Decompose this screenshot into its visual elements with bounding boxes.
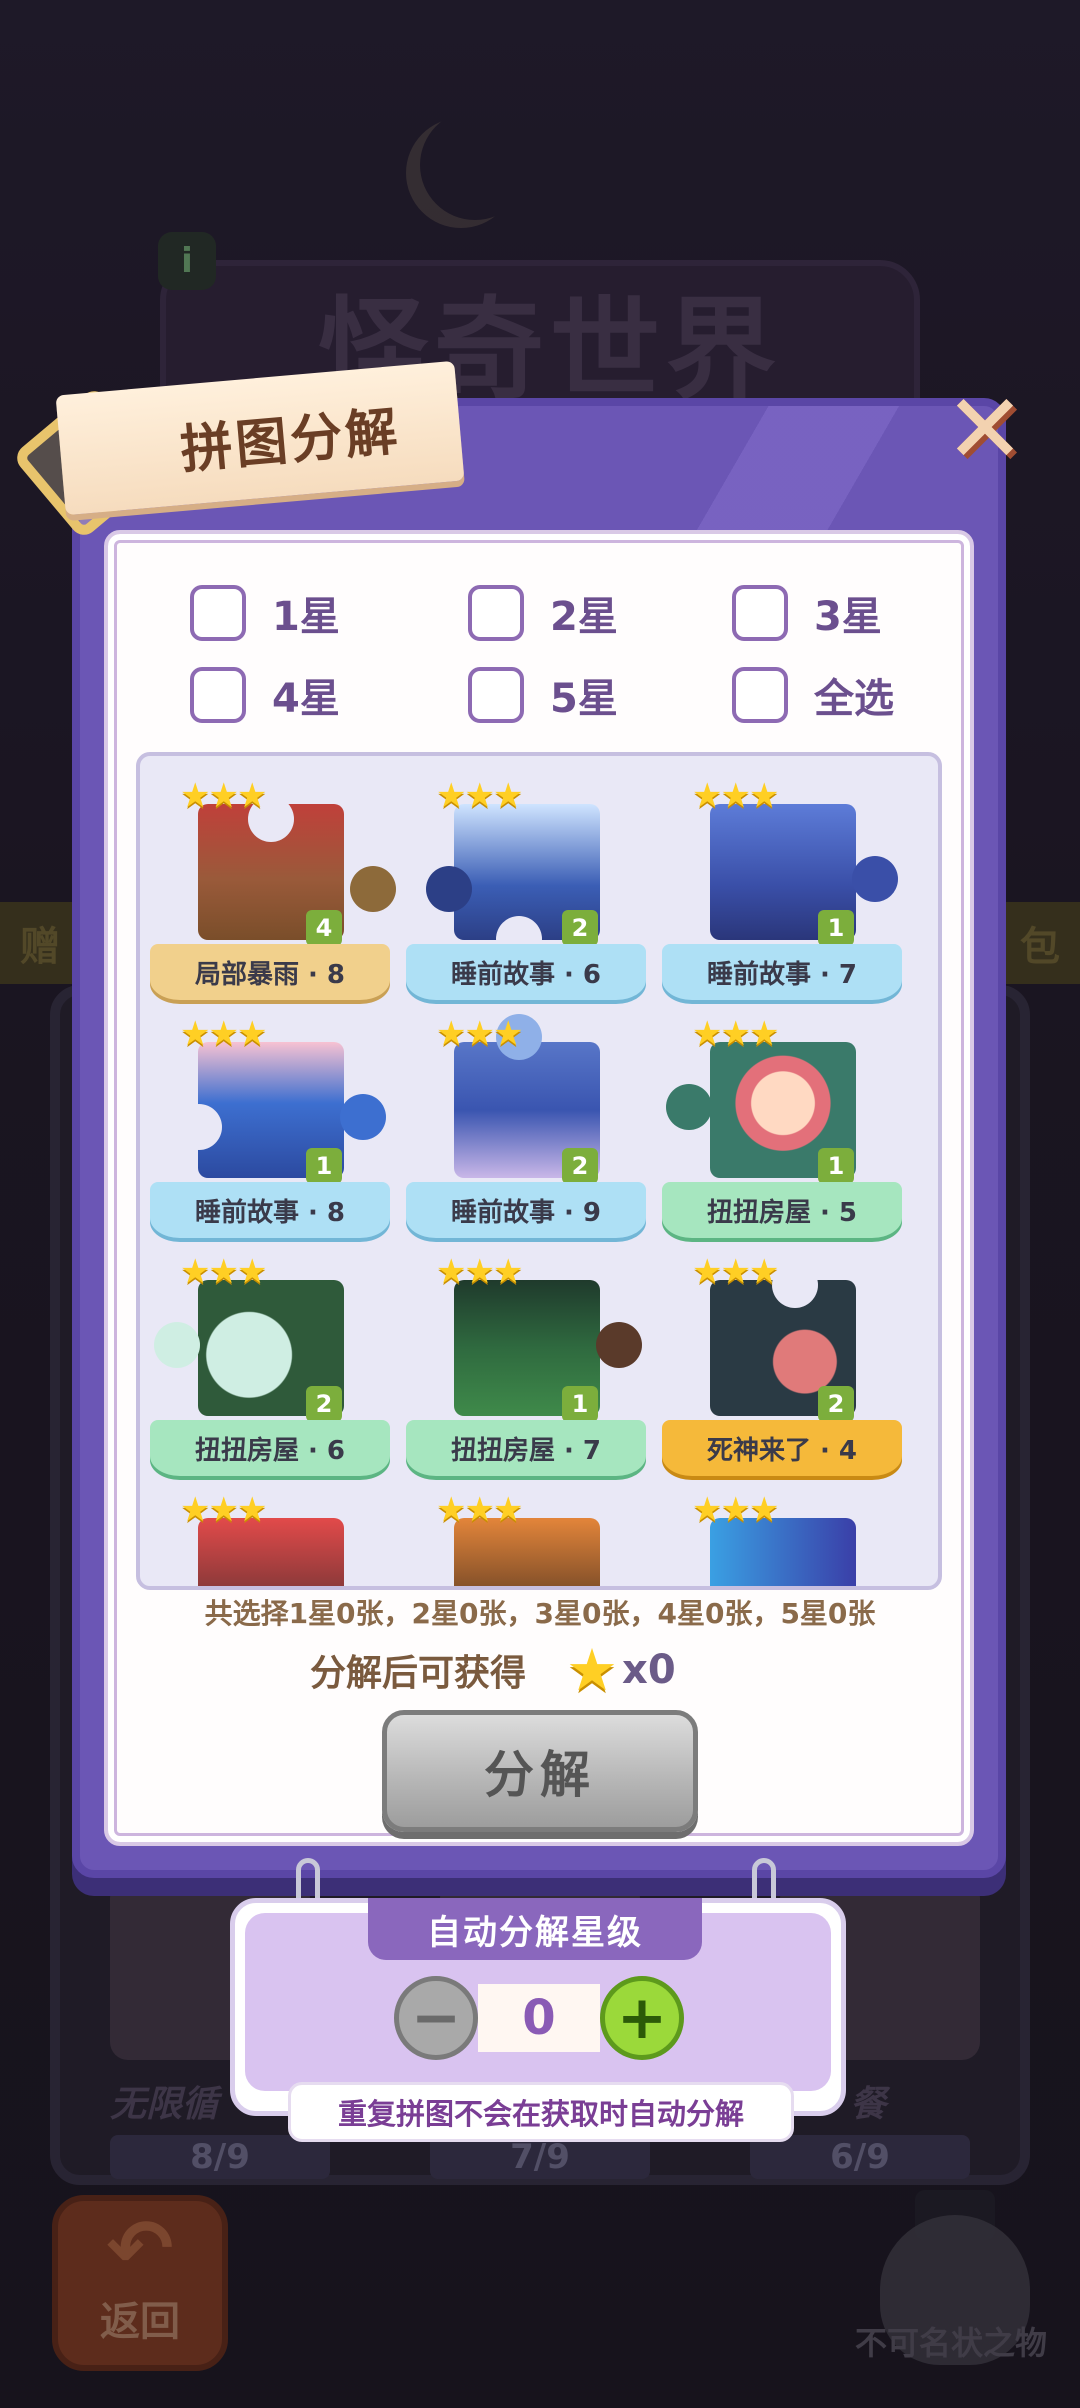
puzzle-count: 4 — [306, 910, 342, 946]
puzzle-card[interactable]: ★★★ 1 扭扭房屋 · 5 — [652, 994, 902, 1238]
puzzle-notch — [176, 1104, 222, 1150]
puzzle-count: 2 — [562, 910, 598, 946]
checkbox-icon[interactable] — [468, 667, 524, 723]
puzzle-count: 1 — [818, 1148, 854, 1184]
puzzle-card[interactable]: ★★★ 4 局部暴雨 · 8 — [140, 756, 396, 1000]
filter-label: 1星 — [272, 594, 340, 640]
puzzle-card[interactable]: ★★★ — [652, 1470, 902, 1586]
puzzle-card[interactable]: ★★★ 2 睡前故事 · 9 — [396, 994, 646, 1238]
star-icon: ★★★ — [436, 1490, 523, 1530]
puzzle-name-ribbon: 局部暴雨 · 8 — [150, 944, 390, 1000]
puzzle-count: 1 — [306, 1148, 342, 1184]
filter-4-star[interactable]: 4星 — [190, 666, 340, 724]
checkbox-icon[interactable] — [190, 585, 246, 641]
star-level-value: 0 — [478, 1984, 600, 2052]
star-icon: ★★★ — [180, 1490, 267, 1530]
puzzle-notch — [772, 1262, 818, 1308]
filter-label: 5星 — [550, 676, 618, 722]
puzzle-count: 1 — [818, 910, 854, 946]
star-icon: ★★★ — [692, 1252, 779, 1292]
puzzle-name-ribbon: 扭扭房屋 · 7 — [406, 1420, 646, 1476]
star-icon: ★ — [566, 1636, 619, 1704]
plus-button[interactable]: + — [600, 1976, 684, 2060]
star-icon: ★★★ — [180, 776, 267, 816]
puzzle-count: 2 — [818, 1386, 854, 1422]
close-icon[interactable]: ✕ — [940, 381, 1030, 477]
filter-3-star[interactable]: 3星 — [732, 584, 882, 642]
puzzle-name-ribbon: 睡前故事 · 8 — [150, 1182, 390, 1238]
puzzle-grid[interactable]: ★★★ 4 局部暴雨 · 8 ★★★ 2 睡前故事 · 6 ★★★ 1 睡前故事… — [136, 752, 942, 1590]
puzzle-knob — [852, 856, 898, 902]
filter-label: 全选 — [814, 676, 894, 722]
star-icon: ★★★ — [692, 1490, 779, 1530]
star-icon: ★★★ — [180, 1252, 267, 1292]
dialog-title: 拼图分解 — [178, 401, 403, 481]
reward-label: 分解后可获得 — [310, 1653, 527, 1694]
puzzle-knob — [340, 1094, 386, 1140]
filter-2-star[interactable]: 2星 — [468, 584, 618, 642]
filter-1-star[interactable]: 1星 — [190, 584, 340, 642]
star-icon: ★★★ — [692, 1014, 779, 1054]
checkbox-icon[interactable] — [732, 667, 788, 723]
puzzle-name-ribbon: 死神来了 · 4 — [662, 1420, 902, 1476]
decompose-button-label: 分解 — [484, 1746, 596, 1804]
reward-amount: x0 — [622, 1647, 676, 1693]
puzzle-card[interactable]: ★★★ 1 睡前故事 · 7 — [652, 756, 902, 1000]
decompose-button[interactable]: 分解 — [382, 1710, 698, 1832]
puzzle-card[interactable]: ★★★ 2 扭扭房屋 · 6 — [140, 1232, 390, 1476]
filter-label: 2星 — [550, 594, 618, 640]
puzzle-card[interactable]: ★★★ 2 死神来了 · 4 — [652, 1232, 902, 1476]
puzzle-card[interactable]: ★★★ 1 睡前故事 · 8 — [140, 994, 390, 1238]
checkbox-icon[interactable] — [190, 667, 246, 723]
reward-row: 分解后可获得 ★ x0 — [310, 1640, 676, 1700]
puzzle-card[interactable]: ★★★ 2 睡前故事 · 6 — [396, 756, 646, 1000]
puzzle-knob — [596, 1322, 642, 1368]
minus-button[interactable]: − — [394, 1976, 478, 2060]
puzzle-count: 1 — [562, 1386, 598, 1422]
puzzle-knob — [350, 866, 396, 912]
selection-summary: 共选择1星0张，2星0张，3星0张，4星0张，5星0张 — [204, 1597, 876, 1630]
puzzle-count: 2 — [562, 1148, 598, 1184]
checkbox-icon[interactable] — [468, 585, 524, 641]
filter-label: 3星 — [814, 594, 882, 640]
puzzle-name-ribbon: 睡前故事 · 9 — [406, 1182, 646, 1238]
auto-decompose-note: 重复拼图不会在获取时自动分解 — [288, 2082, 794, 2142]
puzzle-card[interactable]: ★★★ 1 扭扭房屋 · 7 — [396, 1232, 646, 1476]
star-icon: ★★★ — [180, 1014, 267, 1054]
star-icon: ★★★ — [436, 1252, 523, 1292]
puzzle-name-ribbon: 扭扭房屋 · 6 — [150, 1420, 390, 1476]
checkbox-icon[interactable] — [732, 585, 788, 641]
puzzle-name-ribbon: 睡前故事 · 7 — [662, 944, 902, 1000]
star-icon: ★★★ — [436, 1014, 523, 1054]
puzzle-name-ribbon: 睡前故事 · 6 — [406, 944, 646, 1000]
puzzle-knob — [154, 1322, 200, 1368]
auto-decompose-title: 自动分解星级 — [368, 1898, 702, 1960]
filter-5-star[interactable]: 5星 — [468, 666, 618, 724]
filter-select-all[interactable]: 全选 — [732, 666, 894, 724]
star-icon: ★★★ — [436, 776, 523, 816]
puzzle-count: 2 — [306, 1386, 342, 1422]
puzzle-card[interactable]: ★★★ — [396, 1470, 646, 1586]
puzzle-card[interactable]: ★★★ — [140, 1470, 390, 1586]
star-icon: ★★★ — [692, 776, 779, 816]
puzzle-knob — [666, 1084, 712, 1130]
filter-label: 4星 — [272, 676, 340, 722]
puzzle-name-ribbon: 扭扭房屋 · 5 — [662, 1182, 902, 1238]
puzzle-knob — [426, 866, 472, 912]
